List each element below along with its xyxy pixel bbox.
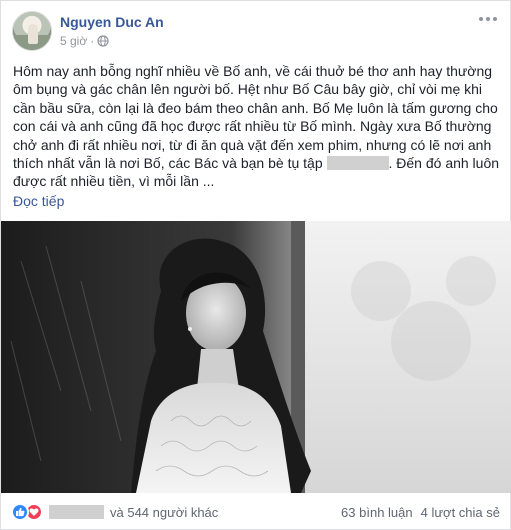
author-name[interactable]: Nguyen Duc An (60, 14, 164, 30)
post-photo[interactable] (1, 221, 511, 493)
post-time[interactable]: 5 giờ (60, 34, 87, 48)
post-header: Nguyen Duc An 5 giờ · (1, 1, 510, 59)
read-more-link[interactable]: Đọc tiếp (13, 193, 64, 209)
avatar[interactable] (12, 11, 52, 51)
post-stats: 63 bình luận 4 lượt chia sẻ (341, 505, 500, 520)
globe-icon[interactable] (97, 35, 109, 47)
redacted-reactor-name (49, 505, 104, 519)
post-meta: 5 giờ · (60, 34, 109, 48)
photo-image (1, 221, 511, 493)
post-card: Nguyen Duc An 5 giờ · Hôm nay anh bỗng n… (0, 0, 511, 530)
like-reaction-icon (11, 503, 29, 521)
shares-count[interactable]: 4 lượt chia sẻ (421, 505, 500, 520)
comments-count[interactable]: 63 bình luận (341, 505, 413, 520)
more-options-icon[interactable] (476, 11, 500, 27)
post-body: Hôm nay anh bỗng nghĩ nhiều về Bố anh, v… (13, 62, 503, 191)
post-footer: và 544 người khác 63 bình luận 4 lượt ch… (1, 495, 510, 530)
redacted-place (326, 156, 389, 171)
reaction-count-text[interactable]: và 544 người khác (110, 505, 218, 520)
reactions-summary[interactable]: và 544 người khác (11, 503, 218, 521)
meta-separator: · (90, 34, 95, 48)
